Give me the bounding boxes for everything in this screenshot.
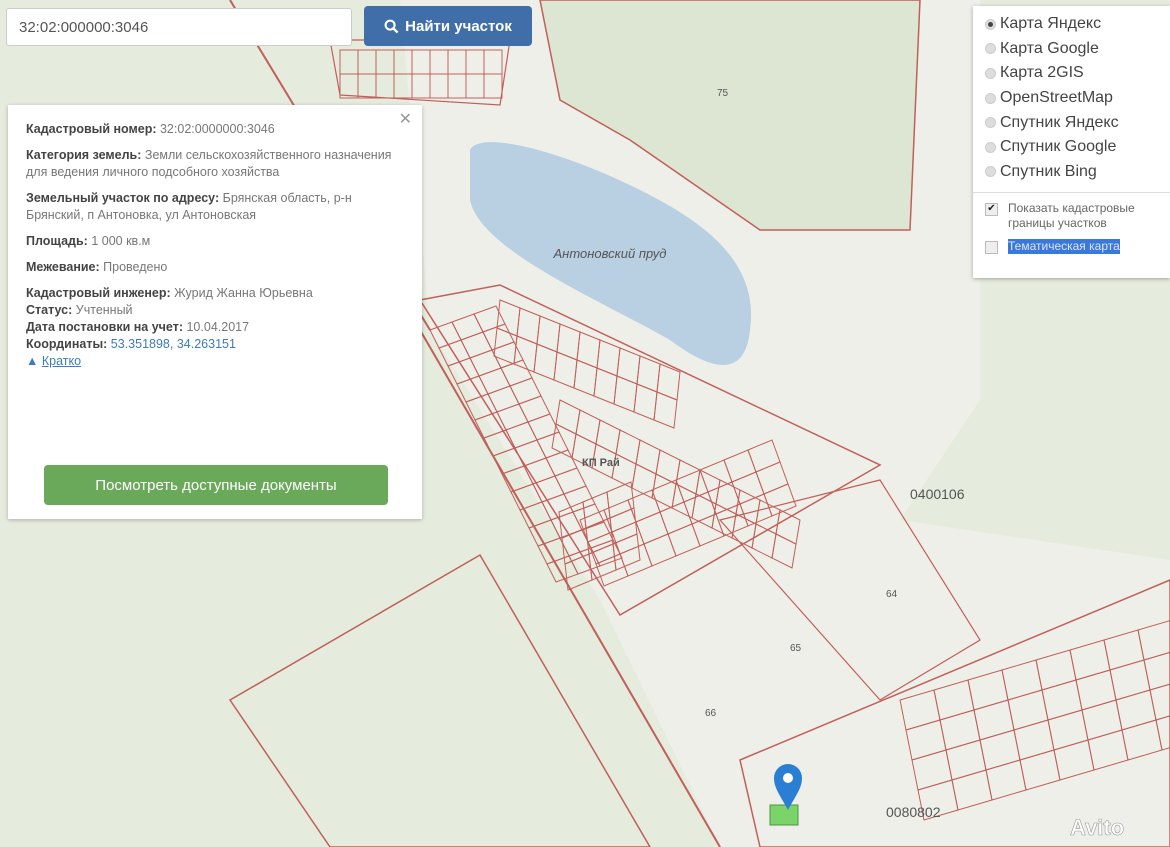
radio-icon <box>985 141 996 153</box>
map-label: КП Рай <box>582 457 620 469</box>
cadastral-number-value: 32:02:0000000:3046 <box>159 122 275 136</box>
lake-label: Антоновский пруд <box>553 246 667 261</box>
field-label: Статус: <box>26 303 73 317</box>
layer-label: Карта 2GIS <box>1000 64 1084 82</box>
avito-watermark: Avito <box>1070 815 1124 840</box>
map-label: 75 <box>717 88 729 99</box>
survey-value: Проведено <box>103 260 168 274</box>
map-layers-panel: Карта Яндекс Карта Google Карта 2GIS OpenSt… <box>973 6 1170 278</box>
parcel-info-popup: ✕ Кадастровый номер: 32:02:0000000:3046 … <box>8 105 422 519</box>
engineer-value: Журид Жанна Юрьевна <box>174 286 313 300</box>
checkbox-label: Показать кадастровые границы участков <box>1008 201 1135 231</box>
divider <box>973 192 1170 194</box>
map-label: 0400106 <box>910 486 965 502</box>
find-parcel-button[interactable]: Найти участок <box>364 6 532 46</box>
checkbox-icon <box>985 241 998 255</box>
cadastral-borders-checkbox[interactable]: ✔ Показать кадастровые границы участков <box>985 201 1158 231</box>
view-documents-button[interactable]: Посмотреть доступные документы <box>44 465 388 505</box>
find-parcel-label: Найти участок <box>405 17 512 35</box>
field-label: Кадастровый инженер: <box>26 286 171 300</box>
map-label: 64 <box>886 589 898 600</box>
collapse-link[interactable]: ▲ Кратко <box>26 354 81 368</box>
layer-option[interactable]: Карта Яндекс <box>985 12 1158 37</box>
map-label: 66 <box>705 708 717 719</box>
layer-label: Спутник Google <box>1000 138 1117 156</box>
layer-label: Карта Яндекс <box>1000 15 1102 33</box>
layer-option[interactable]: Карта 2GIS <box>985 61 1158 86</box>
area-value: 1 000 кв.м <box>91 234 151 248</box>
layer-option[interactable]: Спутник Bing <box>985 160 1158 185</box>
cadastral-number-input[interactable] <box>6 8 352 46</box>
search-icon <box>384 19 399 33</box>
layer-option[interactable]: Карта Google <box>985 37 1158 62</box>
radio-icon <box>985 166 996 178</box>
field-label: Категория земель: <box>26 148 142 162</box>
radio-icon <box>985 92 996 104</box>
layer-label: Спутник Bing <box>1000 162 1097 180</box>
radio-icon <box>985 117 996 129</box>
coordinates-link[interactable]: 53.351898, 34.263151 <box>111 337 236 351</box>
field-label: Площадь: <box>26 234 88 248</box>
layer-label: OpenStreetMap <box>1000 89 1113 107</box>
field-label: Координаты: <box>26 337 108 351</box>
close-icon[interactable]: ✕ <box>399 111 412 128</box>
land-use-value: для ведения личного подсобного хозяйства <box>26 165 280 179</box>
field-label: Земельный участок по адресу: <box>26 191 220 205</box>
radio-icon <box>985 67 996 79</box>
map-label: 0080802 <box>886 804 941 820</box>
selected-parcel[interactable] <box>769 804 799 826</box>
field-label: Кадастровый номер: <box>26 122 157 136</box>
layer-option[interactable]: Спутник Яндекс <box>985 110 1158 135</box>
checkbox-checked-icon: ✔ <box>985 203 998 217</box>
map-label: 65 <box>790 643 802 654</box>
layer-label: Карта Google <box>1000 39 1099 57</box>
land-category-value: Земли сельскохозяйственного назначения <box>144 148 392 162</box>
checkbox-label: Тематическая карта <box>1008 239 1120 255</box>
field-label: Дата постановки на учет: <box>26 320 183 334</box>
layer-option[interactable]: OpenStreetMap <box>985 86 1158 111</box>
collapse-label: Кратко <box>41 354 82 368</box>
triangle-up-icon: ▲ <box>26 354 39 368</box>
thematic-map-checkbox[interactable]: Тематическая карта <box>985 239 1158 255</box>
field-label: Межевание: <box>26 260 100 274</box>
status-value: Учтенный <box>75 303 133 317</box>
layer-label: Спутник Яндекс <box>1000 113 1119 131</box>
registration-date-value: 10.04.2017 <box>186 320 250 334</box>
radio-icon <box>985 18 996 30</box>
layer-option[interactable]: Спутник Google <box>985 135 1158 160</box>
radio-icon <box>985 43 996 55</box>
